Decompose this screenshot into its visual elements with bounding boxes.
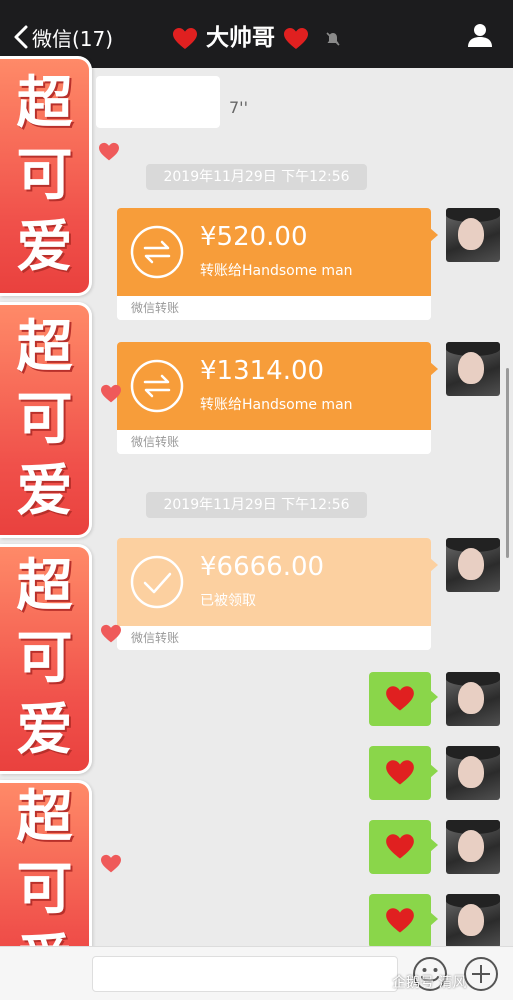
bubble-tail (430, 764, 438, 778)
timestamp: 2019年11月29日 下午12:56 (146, 492, 367, 518)
checkmark-circle-icon (130, 555, 184, 609)
sticker-super-cute: 超 可 爱 (0, 302, 92, 538)
avatar[interactable] (446, 746, 500, 800)
chat-info-person-icon[interactable] (467, 22, 493, 48)
bubble-tail (430, 228, 438, 242)
chat-title-text: 大帅哥 (205, 25, 275, 51)
chat-title: 大帅哥 (0, 18, 513, 52)
sticker-char: 超 (16, 554, 73, 619)
sticker-char: 超 (16, 315, 73, 380)
heart-icon (284, 27, 308, 49)
sticker-char: 爱 (16, 215, 73, 280)
heart-emoji-icon (386, 834, 414, 859)
sticker-char: 超 (16, 785, 73, 850)
avatar[interactable] (446, 672, 500, 726)
transfer-note: 转账给Handsome man (200, 397, 353, 413)
heart-message-bubble[interactable] (369, 894, 431, 946)
pink-heart-icon (101, 384, 121, 403)
message-input[interactable] (92, 956, 398, 992)
heart-message-bubble[interactable] (369, 820, 431, 874)
pink-heart-icon (101, 624, 121, 643)
plus-icon[interactable] (463, 956, 499, 992)
transfer-card[interactable]: ¥520.00 转账给Handsome man 微信转账 (117, 208, 431, 320)
avatar[interactable] (446, 538, 500, 592)
heart-icon (172, 27, 197, 49)
voice-message-bubble[interactable] (96, 76, 220, 128)
sticker-char: 可 (16, 387, 73, 452)
transfer-footer: 微信转账 (117, 626, 431, 650)
transfer-card[interactable]: ¥1314.00 转账给Handsome man 微信转账 (117, 342, 431, 454)
transfer-amount: ¥1314.00 (200, 356, 325, 386)
bubble-tail (430, 912, 438, 926)
transfer-footer: 微信转账 (117, 430, 431, 454)
heart-emoji-icon (386, 686, 414, 711)
sticker-super-cute: 超 可 爱 (0, 56, 92, 296)
sticker-char: 可 (16, 143, 73, 208)
pink-heart-icon (101, 854, 121, 873)
transfer-note: 已被领取 (200, 593, 256, 609)
mute-bell-icon (326, 31, 340, 46)
sticker-super-cute: 超 可 爱 (0, 544, 92, 774)
sticker-char: 爱 (16, 459, 73, 524)
avatar[interactable] (446, 342, 500, 396)
avatar[interactable] (446, 894, 500, 946)
sticker-char: 可 (16, 857, 73, 922)
transfer-amount: ¥520.00 (200, 222, 308, 252)
bubble-tail (430, 690, 438, 704)
bubble-tail (430, 362, 438, 376)
scrollbar[interactable] (506, 368, 509, 558)
transfer-note: 转账给Handsome man (200, 263, 353, 279)
watermark: 企鹅号 清风 (392, 975, 467, 991)
sticker-char: 超 (16, 71, 73, 136)
heart-emoji-icon (386, 908, 414, 933)
voice-duration: 7'' (229, 98, 248, 117)
heart-message-bubble[interactable] (369, 746, 431, 800)
sticker-char: 可 (16, 626, 73, 691)
bubble-tail (430, 558, 438, 572)
sticker-char: 爱 (16, 698, 73, 763)
avatar[interactable] (446, 208, 500, 262)
heart-emoji-icon (386, 760, 414, 785)
transfer-arrows-icon (130, 225, 184, 279)
transfer-footer: 微信转账 (117, 296, 431, 320)
heart-message-bubble[interactable] (369, 672, 431, 726)
timestamp: 2019年11月29日 下午12:56 (146, 164, 367, 190)
transfer-card-received[interactable]: ¥6666.00 已被领取 微信转账 (117, 538, 431, 650)
transfer-arrows-icon (130, 359, 184, 413)
transfer-amount: ¥6666.00 (200, 552, 325, 582)
pink-heart-icon (99, 142, 119, 161)
bubble-tail (430, 838, 438, 852)
avatar[interactable] (446, 820, 500, 874)
